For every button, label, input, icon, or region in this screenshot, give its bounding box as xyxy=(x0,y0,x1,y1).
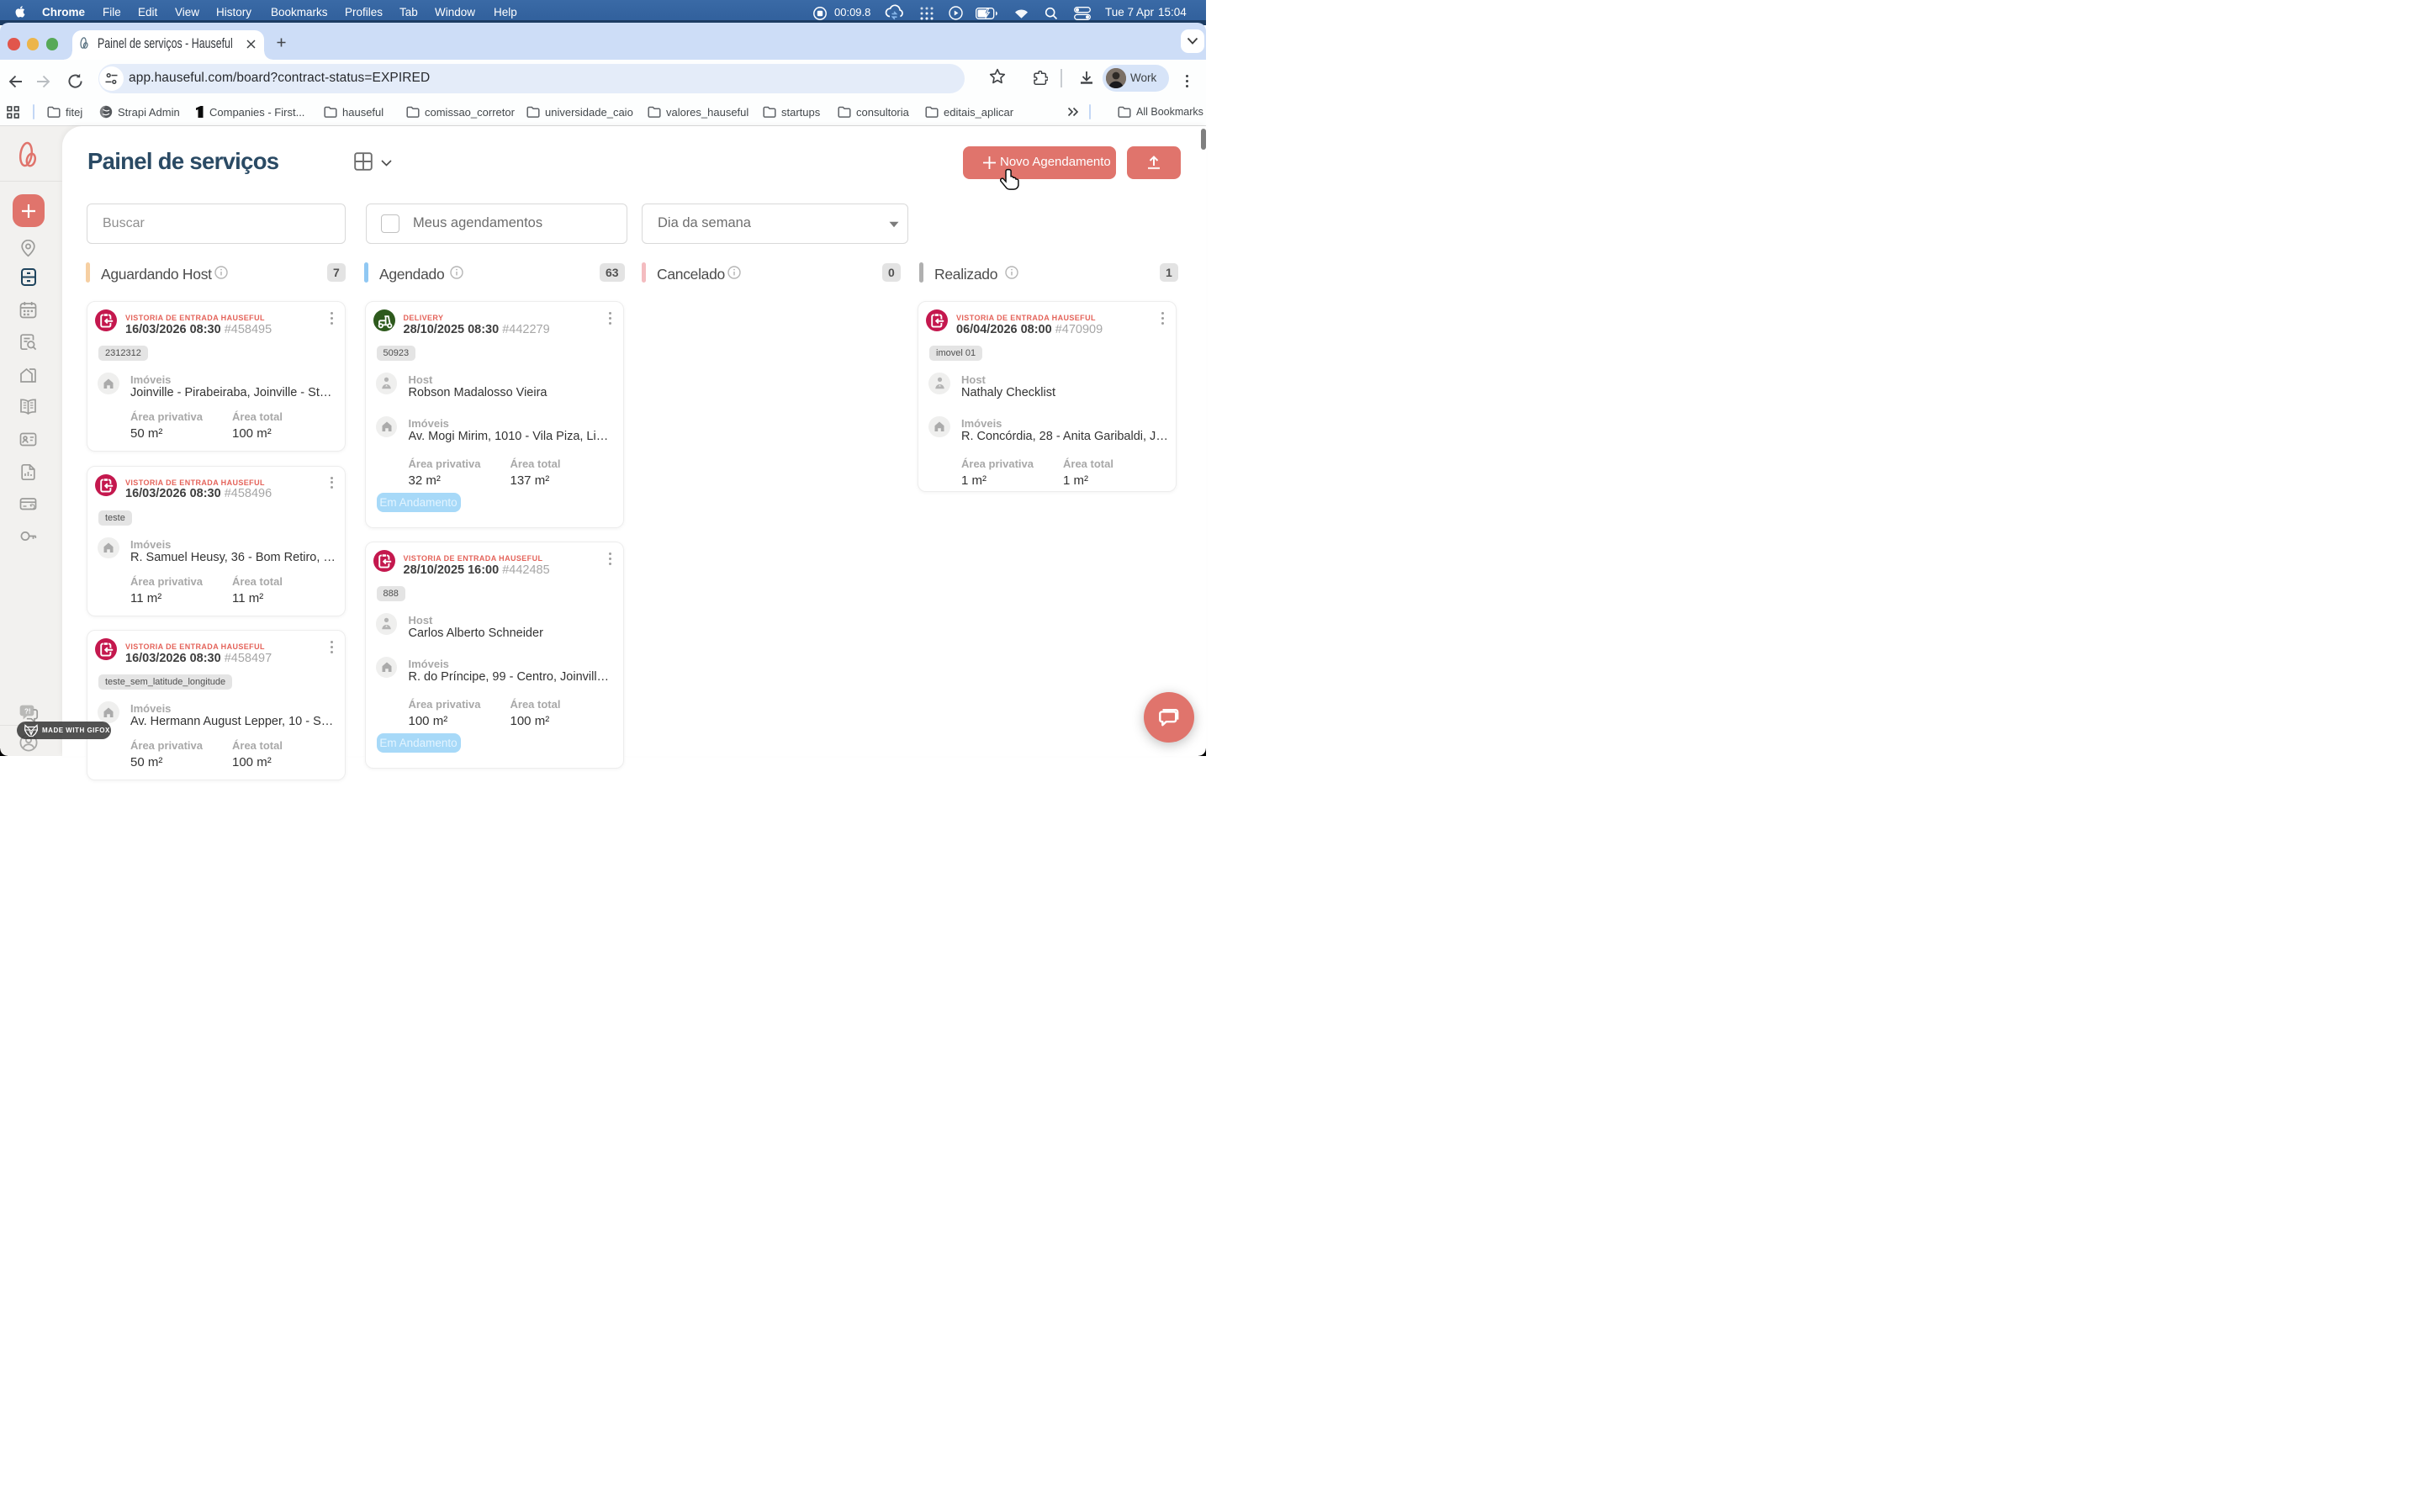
svg-text:?!: ?! xyxy=(24,708,31,716)
